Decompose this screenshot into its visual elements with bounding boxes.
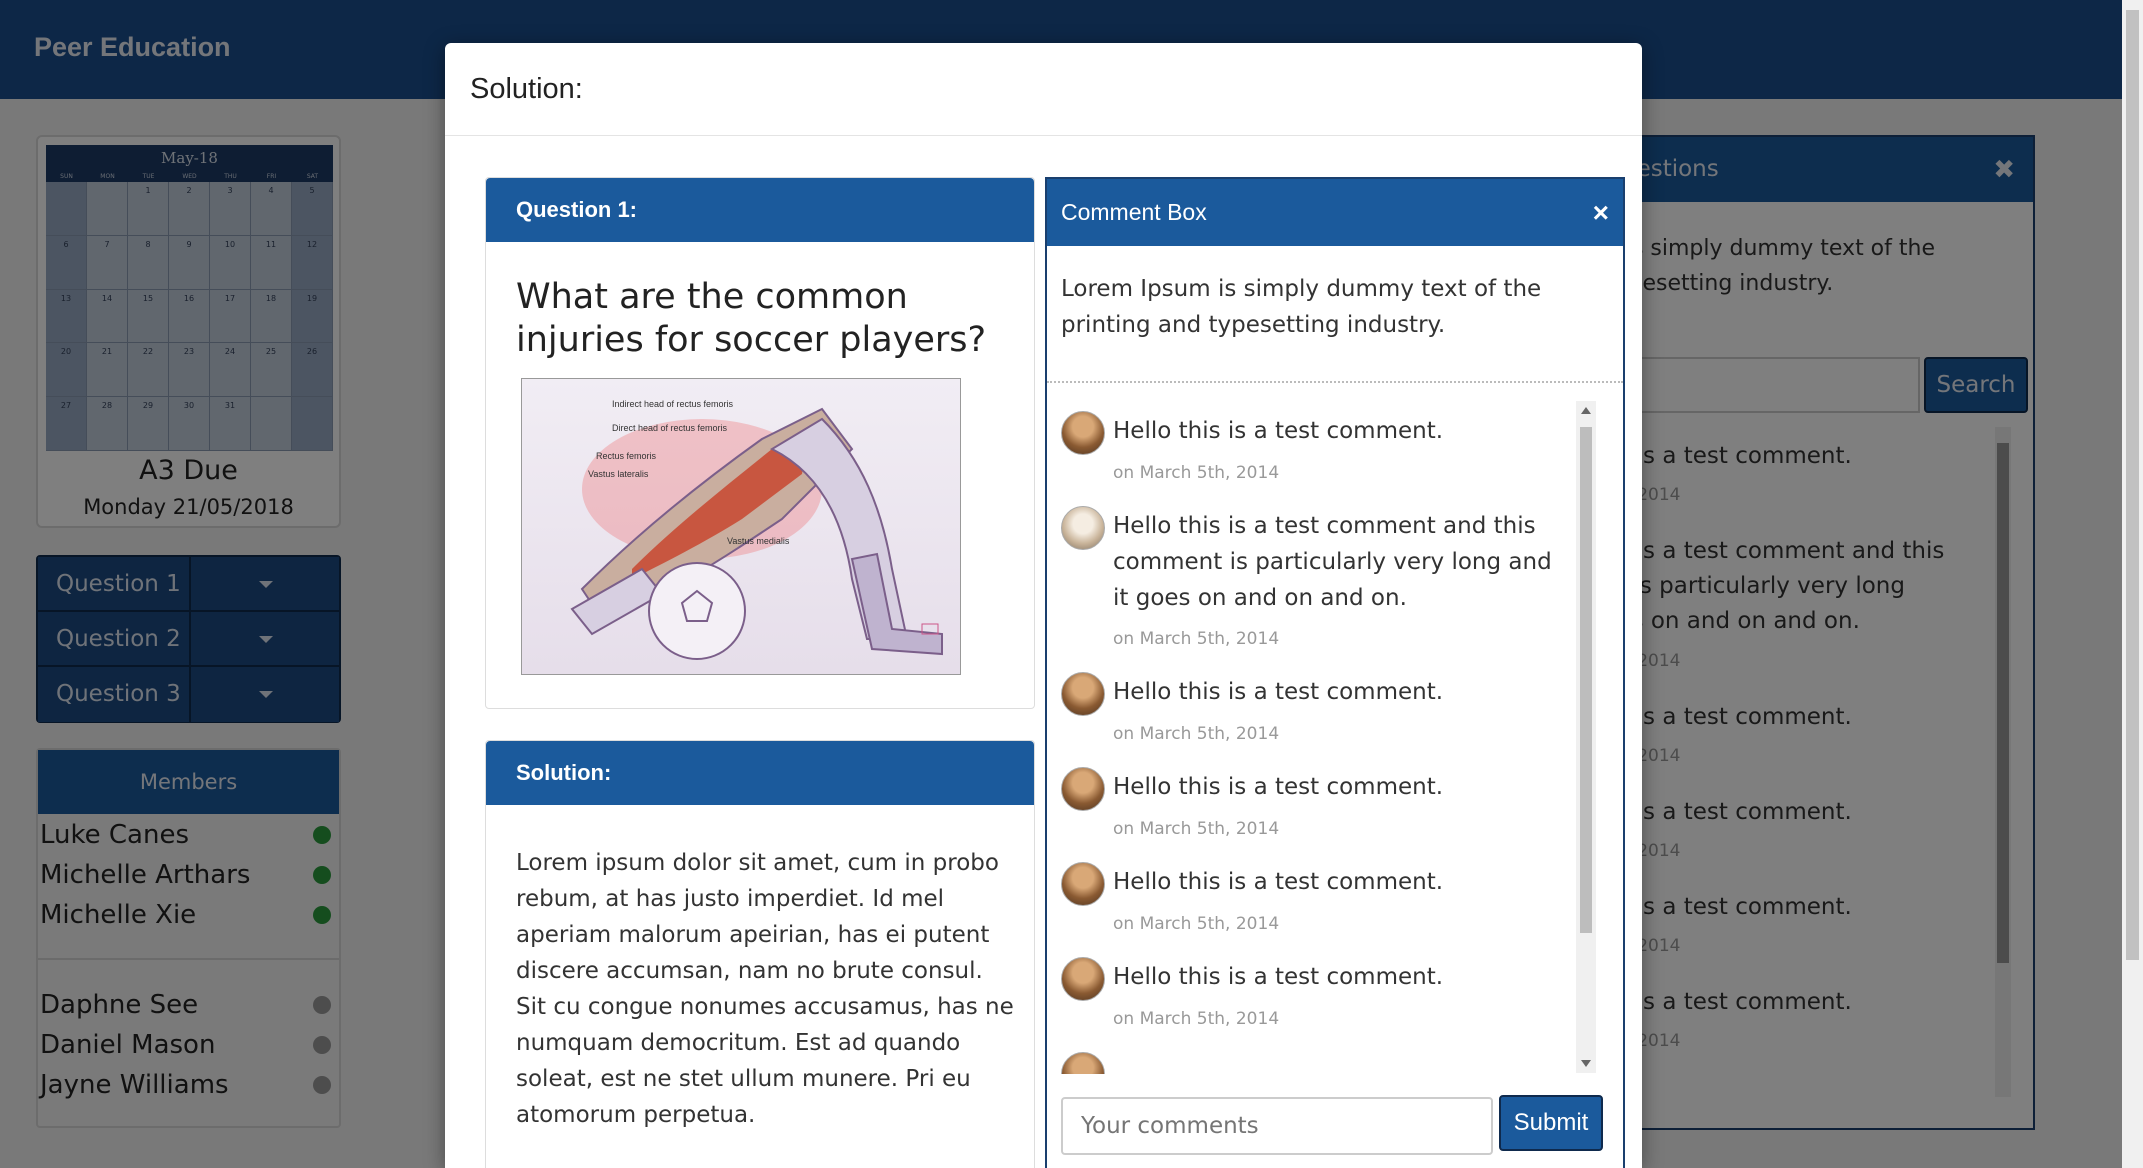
comment-text: Hello this is a test comment and this co… <box>1113 513 1552 611</box>
comment-time: on March 5th, 2014 <box>1113 629 1280 649</box>
comment-text: Hello this is a test comment. <box>1113 679 1444 705</box>
avatar <box>1061 1052 1105 1074</box>
comment-box: Comment Box × Lorem Ipsum is simply dumm… <box>1045 177 1625 1168</box>
comment-list[interactable]: Hello this is a test comment. on March 5… <box>1047 399 1597 1074</box>
comment-text: Hello this is a test comment. <box>1113 418 1444 444</box>
scroll-down-icon[interactable] <box>1581 1060 1591 1067</box>
avatar <box>1061 862 1105 906</box>
solution-modal: Solution: Question 1: What are the commo… <box>445 43 1642 1168</box>
image-label: Indirect head of rectus femoris <box>612 399 734 409</box>
modal-divider <box>445 135 1642 136</box>
question-panel-header: Question 1: <box>486 178 1034 242</box>
comment-text: Hello this is a test comment. <box>1113 869 1444 895</box>
scrollbar-thumb[interactable] <box>1580 427 1592 933</box>
avatar <box>1061 957 1105 1001</box>
avatar <box>1061 767 1105 811</box>
question-panel: Question 1: What are the common injuries… <box>485 177 1035 709</box>
comment-time: on March 5th, 2014 <box>1113 914 1280 934</box>
scrollbar-thumb[interactable] <box>2126 10 2139 960</box>
solution-panel: Solution: Lorem ipsum dolor sit amet, cu… <box>485 740 1035 1168</box>
comment-box-intro: Lorem Ipsum is simply dummy text of the … <box>1061 276 1542 338</box>
image-label: Vastus lateralis <box>588 469 649 479</box>
avatar <box>1061 506 1105 550</box>
solution-panel-header: Solution: <box>486 741 1034 805</box>
submit-button[interactable]: Submit <box>1499 1095 1603 1151</box>
comment-time: on March 5th, 2014 <box>1113 724 1280 744</box>
comment-time: on March 5th, 2014 <box>1113 463 1280 483</box>
close-icon[interactable]: × <box>1593 179 1609 246</box>
soccer-injury-image: Indirect head of rectus femoris Direct h… <box>521 378 961 675</box>
window-scrollbar[interactable] <box>2122 0 2143 1168</box>
comment-text: Hello this is a test comment. <box>1113 964 1444 990</box>
scroll-up-icon[interactable] <box>1581 407 1591 414</box>
comment-time: on March 5th, 2014 <box>1113 1009 1280 1029</box>
comment-scrollbar[interactable] <box>1576 401 1596 1073</box>
avatar <box>1061 672 1105 716</box>
question-text: What are the common injuries for soccer … <box>516 277 987 360</box>
comment-input[interactable] <box>1061 1097 1493 1155</box>
comment-box-header: Comment Box × <box>1047 179 1623 246</box>
comment-box-title: Comment Box <box>1061 199 1207 225</box>
comment-text: Hello this is a test comment. <box>1113 774 1444 800</box>
solution-text: Lorem ipsum dolor sit amet, cum in probo… <box>516 850 1014 1128</box>
image-label: Vastus medialis <box>727 536 790 546</box>
avatar <box>1061 411 1105 455</box>
modal-title: Solution: <box>470 73 583 105</box>
injury-illustration: Indirect head of rectus femoris Direct h… <box>570 399 943 660</box>
image-label: Rectus femoris <box>596 451 657 461</box>
image-label: Direct head of rectus femoris <box>612 423 728 433</box>
comment-divider <box>1047 381 1623 383</box>
comment-time: on March 5th, 2014 <box>1113 819 1280 839</box>
